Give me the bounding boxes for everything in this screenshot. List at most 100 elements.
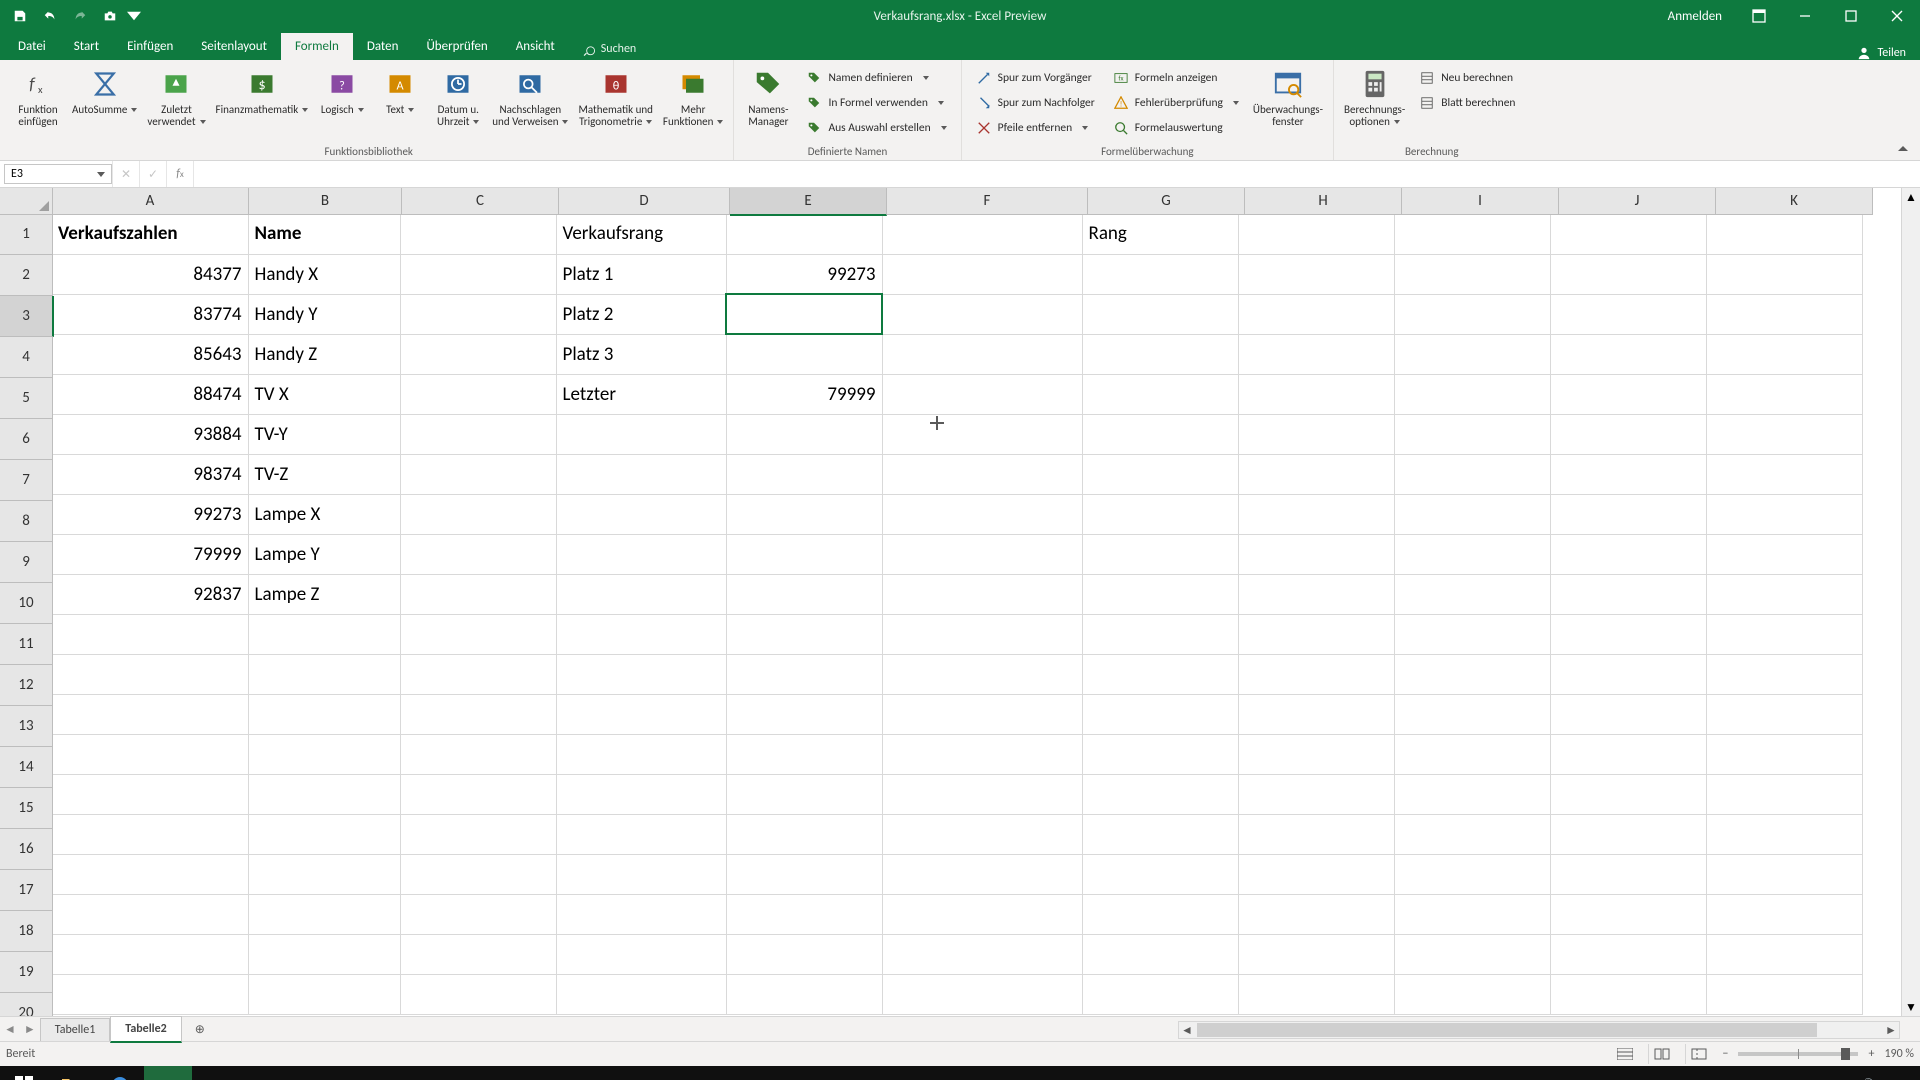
cell-A3[interactable]: 83774 <box>52 294 248 334</box>
cell-D9[interactable] <box>556 534 726 574</box>
cell-G10[interactable] <box>1082 574 1238 614</box>
audit-btn-spur-zum-nachfolger[interactable]: Spur zum Nachfolger <box>972 91 1099 114</box>
row-header-15[interactable]: 15 <box>0 788 53 829</box>
cell-C5[interactable] <box>400 374 556 414</box>
fnlib-button-8[interactable]: θMathematik und Trigonometrie <box>574 64 656 130</box>
cell-B5[interactable]: TV X <box>248 374 400 414</box>
maximize-icon[interactable] <box>1828 0 1874 32</box>
cell-G20[interactable] <box>1082 974 1238 1014</box>
ribbon-display-options-icon[interactable] <box>1736 0 1782 32</box>
cell-J13[interactable] <box>1550 694 1706 734</box>
cell-J2[interactable] <box>1550 254 1706 294</box>
cell-H18[interactable] <box>1238 894 1394 934</box>
cell-I15[interactable] <box>1394 774 1550 814</box>
cell-G12[interactable] <box>1082 654 1238 694</box>
scroll-up-icon[interactable]: ▲ <box>1902 188 1920 206</box>
cell-A19[interactable] <box>52 934 248 974</box>
cell-E20[interactable] <box>726 974 882 1014</box>
row-header-1[interactable]: 1 <box>0 214 53 255</box>
cell-K15[interactable] <box>1706 774 1862 814</box>
cell-K1[interactable] <box>1706 214 1862 254</box>
cell-I20[interactable] <box>1394 974 1550 1014</box>
cell-K3[interactable] <box>1706 294 1862 334</box>
cell-K10[interactable] <box>1706 574 1862 614</box>
cell-G19[interactable] <box>1082 934 1238 974</box>
cell-C19[interactable] <box>400 934 556 974</box>
cell-H17[interactable] <box>1238 854 1394 894</box>
normal-view-icon[interactable] <box>1612 1044 1638 1064</box>
cell-F3[interactable] <box>882 294 1082 334</box>
cell-F18[interactable] <box>882 894 1082 934</box>
fnlib-button-3[interactable]: $Finanzmathematik <box>212 64 313 118</box>
cell-K2[interactable] <box>1706 254 1862 294</box>
row-header-14[interactable]: 14 <box>0 747 53 788</box>
cell-J19[interactable] <box>1550 934 1706 974</box>
cell-H8[interactable] <box>1238 494 1394 534</box>
edge-icon[interactable] <box>96 1066 144 1080</box>
cell-J14[interactable] <box>1550 734 1706 774</box>
cell-B12[interactable] <box>248 654 400 694</box>
cell-A8[interactable]: 99273 <box>52 494 248 534</box>
audit-btn-pfeile-entfernen[interactable]: Pfeile entfernen <box>972 116 1099 139</box>
row-header-2[interactable]: 2 <box>0 255 53 296</box>
cell-B8[interactable]: Lampe X <box>248 494 400 534</box>
cell-E8[interactable] <box>726 494 882 534</box>
row-header-18[interactable]: 18 <box>0 911 53 952</box>
cell-C12[interactable] <box>400 654 556 694</box>
cell-C11[interactable] <box>400 614 556 654</box>
cell-H11[interactable] <box>1238 614 1394 654</box>
cell-E6[interactable] <box>726 414 882 454</box>
cell-D14[interactable] <box>556 734 726 774</box>
vertical-scrollbar[interactable]: ▲ ▼ <box>1901 188 1920 1016</box>
collapse-ribbon-icon[interactable] <box>1896 142 1912 158</box>
cell-D1[interactable]: Verkaufsrang <box>556 214 726 254</box>
fnlib-button-9[interactable]: Mehr Funktionen <box>659 64 728 130</box>
sheet-tab-tabelle2[interactable]: Tabelle2 <box>110 1016 181 1043</box>
column-header-B[interactable]: B <box>249 188 402 215</box>
cell-D7[interactable] <box>556 454 726 494</box>
cell-K18[interactable] <box>1706 894 1862 934</box>
cell-D20[interactable] <box>556 974 726 1014</box>
cell-C14[interactable] <box>400 734 556 774</box>
insert-function-icon[interactable]: fx <box>166 161 193 187</box>
cell-I3[interactable] <box>1394 294 1550 334</box>
cell-B10[interactable]: Lampe Z <box>248 574 400 614</box>
column-header-J[interactable]: J <box>1559 188 1716 215</box>
cell-F6[interactable] <box>882 414 1082 454</box>
row-header-4[interactable]: 4 <box>0 337 53 378</box>
cell-B14[interactable] <box>248 734 400 774</box>
cell-F8[interactable] <box>882 494 1082 534</box>
cell-A15[interactable] <box>52 774 248 814</box>
calc-btn-0[interactable]: Neu berechnen <box>1415 66 1519 89</box>
cell-D15[interactable] <box>556 774 726 814</box>
cell-B15[interactable] <box>248 774 400 814</box>
column-header-E[interactable]: E <box>730 188 887 216</box>
cell-K17[interactable] <box>1706 854 1862 894</box>
cell-F13[interactable] <box>882 694 1082 734</box>
row-header-8[interactable]: 8 <box>0 501 53 542</box>
cell-I12[interactable] <box>1394 654 1550 694</box>
cell-F14[interactable] <box>882 734 1082 774</box>
calculation-options-button[interactable]: Berechnungs- optionen <box>1340 64 1409 130</box>
cell-I14[interactable] <box>1394 734 1550 774</box>
cell-E1[interactable] <box>726 214 882 254</box>
column-header-H[interactable]: H <box>1245 188 1402 215</box>
cell-I17[interactable] <box>1394 854 1550 894</box>
row-headers[interactable]: 1234567891011121314151617181920 <box>0 214 52 1016</box>
row-header-11[interactable]: 11 <box>0 624 53 665</box>
cell-F12[interactable] <box>882 654 1082 694</box>
ribbon-tab-formeln[interactable]: Formeln <box>281 33 353 60</box>
cells-area[interactable]: VerkaufszahlenNameVerkaufsrangRang84377H… <box>52 214 1863 1015</box>
cell-I13[interactable] <box>1394 694 1550 734</box>
cell-B2[interactable]: Handy X <box>248 254 400 294</box>
cell-C16[interactable] <box>400 814 556 854</box>
cell-E16[interactable] <box>726 814 882 854</box>
scroll-down-icon[interactable]: ▼ <box>1902 998 1920 1016</box>
cell-G6[interactable] <box>1082 414 1238 454</box>
cell-E4[interactable] <box>726 334 882 374</box>
watch-window-button[interactable]: Überwachungs- fenster <box>1249 64 1327 130</box>
cell-J7[interactable] <box>1550 454 1706 494</box>
cell-A9[interactable]: 79999 <box>52 534 248 574</box>
cell-H19[interactable] <box>1238 934 1394 974</box>
cell-B18[interactable] <box>248 894 400 934</box>
